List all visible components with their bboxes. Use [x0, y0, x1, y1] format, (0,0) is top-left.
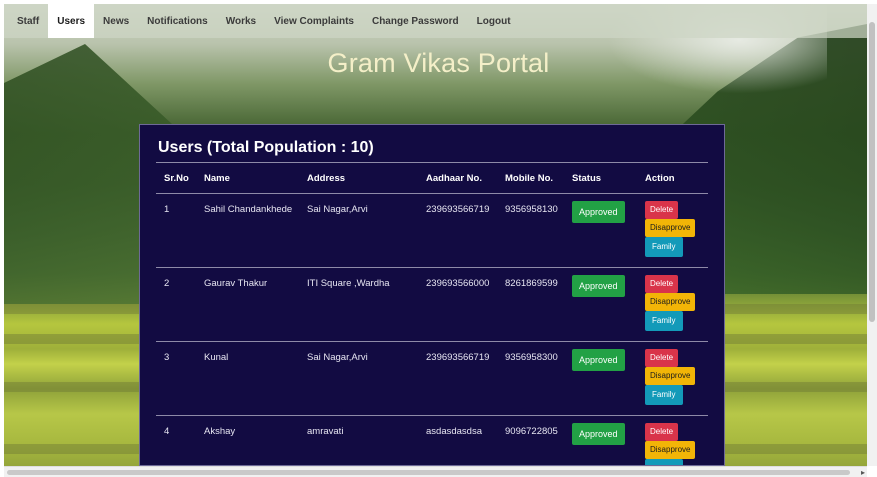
action-group: Delete Disapprove Family	[645, 200, 708, 257]
delete-button[interactable]: Delete	[645, 274, 679, 293]
nav-users[interactable]: Users	[48, 4, 95, 38]
cell-status: Approved	[564, 193, 637, 268]
delete-button[interactable]: Delete	[645, 348, 679, 367]
cell-actions: Delete Disapprove Family	[637, 415, 708, 465]
cell-name: Kunal	[196, 341, 299, 416]
cell-srno: 1	[156, 193, 196, 268]
cell-aadhaar: asdasdasdsa	[418, 415, 497, 465]
cell-actions: Delete Disapprove Family	[637, 193, 708, 268]
nav-news[interactable]: News	[94, 4, 138, 38]
cell-aadhaar: 239693566000	[418, 267, 497, 342]
portal-title: Gram Vikas Portal	[327, 48, 550, 78]
cell-mobile: 9356958300	[497, 341, 564, 416]
nav-change-password[interactable]: Change Password	[363, 4, 468, 38]
scroll-right-arrow-icon[interactable]: ▸	[861, 468, 865, 477]
action-group: Delete Disapprove Family	[645, 422, 708, 465]
family-button[interactable]: Family	[645, 310, 683, 331]
approved-button[interactable]: Approved	[572, 200, 625, 223]
nav-logout[interactable]: Logout	[468, 4, 520, 38]
approved-button[interactable]: Approved	[572, 348, 625, 371]
scroll-thumb[interactable]	[869, 22, 875, 322]
cell-actions: Delete Disapprove Family	[637, 341, 708, 416]
cell-aadhaar: 239693566719	[418, 193, 497, 268]
users-table: Sr.No Name Address Aadhaar No. Mobile No…	[156, 165, 708, 465]
cell-status: Approved	[564, 341, 637, 416]
col-header-action: Action	[637, 165, 708, 194]
top-nav: Staff Users News Notifications Works Vie…	[4, 4, 867, 38]
col-header-aadhaar: Aadhaar No.	[418, 165, 497, 194]
cell-mobile: 9356958130	[497, 193, 564, 268]
family-button[interactable]: Family	[645, 384, 683, 405]
action-group: Delete Disapprove Family	[645, 274, 708, 331]
delete-button[interactable]: Delete	[645, 422, 679, 441]
cell-srno: 2	[156, 267, 196, 342]
col-header-srno: Sr.No	[156, 165, 196, 194]
cell-srno: 4	[156, 415, 196, 465]
approved-button[interactable]: Approved	[572, 422, 625, 445]
approved-button[interactable]: Approved	[572, 274, 625, 297]
table-row: 2 Gaurav Thakur ITI Square ,Wardha 23969…	[156, 267, 708, 342]
cell-address: Sai Nagar,Arvi	[299, 193, 418, 268]
scroll-thumb[interactable]	[7, 470, 850, 475]
family-button[interactable]: Family	[645, 236, 683, 257]
disapprove-button[interactable]: Disapprove	[645, 218, 696, 237]
cell-mobile: 9096722805	[497, 415, 564, 465]
cell-name: Akshay	[196, 415, 299, 465]
nav-staff[interactable]: Staff	[8, 4, 48, 38]
table-row: 3 Kunal Sai Nagar,Arvi 239693566719 9356…	[156, 341, 708, 416]
family-button[interactable]: Family	[645, 458, 683, 465]
col-header-mobile: Mobile No.	[497, 165, 564, 194]
vertical-scrollbar[interactable]	[867, 4, 877, 466]
col-header-name: Name	[196, 165, 299, 194]
table-header-row: Sr.No Name Address Aadhaar No. Mobile No…	[156, 165, 708, 194]
cell-status: Approved	[564, 415, 637, 465]
cell-aadhaar: 239693566719	[418, 341, 497, 416]
disapprove-button[interactable]: Disapprove	[645, 440, 696, 459]
col-header-address: Address	[299, 165, 418, 194]
nav-works[interactable]: Works	[217, 4, 265, 38]
disapprove-button[interactable]: Disapprove	[645, 366, 696, 385]
cell-actions: Delete Disapprove Family	[637, 267, 708, 342]
cell-name: Sahil Chandankhede	[196, 193, 299, 268]
cell-address: amravati	[299, 415, 418, 465]
disapprove-button[interactable]: Disapprove	[645, 292, 696, 311]
cell-srno: 3	[156, 341, 196, 416]
nav-view-complaints[interactable]: View Complaints	[265, 4, 363, 38]
table-row: 1 Sahil Chandankhede Sai Nagar,Arvi 2396…	[156, 193, 708, 268]
action-group: Delete Disapprove Family	[645, 348, 708, 405]
browser-window: Staff Users News Notifications Works Vie…	[0, 0, 877, 477]
panel-title: Users (Total Population : 10)	[158, 139, 374, 156]
horizontal-scrollbar[interactable]: ▸	[4, 466, 867, 477]
cell-address: ITI Square ,Wardha	[299, 267, 418, 342]
table-row: 4 Akshay amravati asdasdasdsa 9096722805…	[156, 415, 708, 465]
cell-name: Gaurav Thakur	[196, 267, 299, 342]
col-header-status: Status	[564, 165, 637, 194]
users-panel: Users (Total Population : 10) Sr.No Name…	[139, 124, 725, 466]
cell-mobile: 8261869599	[497, 267, 564, 342]
divider	[156, 162, 708, 163]
cell-status: Approved	[564, 267, 637, 342]
cell-address: Sai Nagar,Arvi	[299, 341, 418, 416]
delete-button[interactable]: Delete	[645, 200, 679, 219]
nav-notifications[interactable]: Notifications	[138, 4, 217, 38]
